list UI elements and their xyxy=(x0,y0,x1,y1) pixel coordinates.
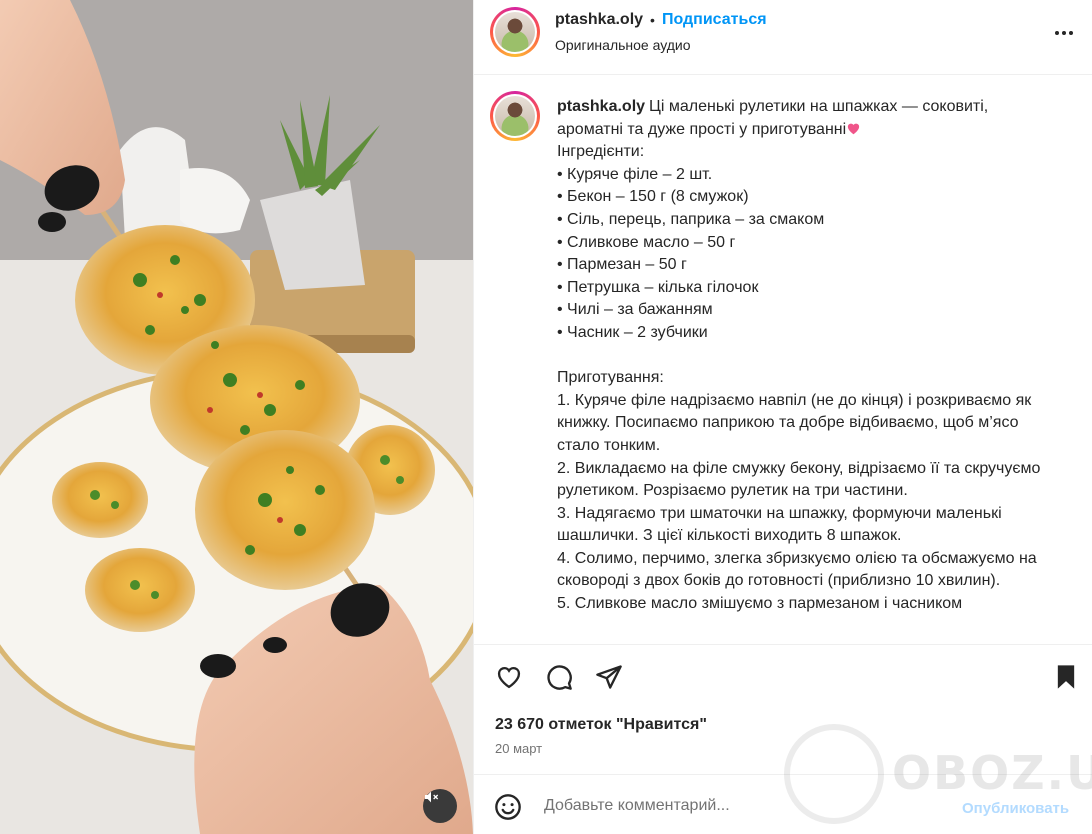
caption-avatar[interactable] xyxy=(490,91,540,141)
post-panel: ptashka.oly • Подписаться Оригинальное а… xyxy=(473,0,1092,834)
more-dots-icon xyxy=(1055,31,1059,35)
audio-label[interactable]: Оригинальное аудио xyxy=(555,37,691,53)
avatar[interactable] xyxy=(490,7,540,57)
heart-outline-icon[interactable] xyxy=(495,663,523,691)
post-date[interactable]: 20 март xyxy=(495,741,542,756)
follow-button[interactable]: Подписаться xyxy=(662,11,767,29)
paper-plane-icon[interactable] xyxy=(595,663,623,691)
action-bar: 23 670 отметок "Нравится" 20 март xyxy=(474,644,1092,774)
smiley-icon[interactable] xyxy=(494,793,522,821)
caption-username[interactable]: ptashka.oly xyxy=(557,98,645,115)
caption-body: Інгредієнти: • Куряче філе – 2 шт. • Бек… xyxy=(557,143,1041,613)
post-media[interactable] xyxy=(0,0,473,834)
caption-area: ptashka.oly Ці маленькі рулетики на шпажк… xyxy=(474,76,1092,644)
speaker-muted-icon xyxy=(425,791,439,803)
mute-button[interactable] xyxy=(423,789,457,823)
pink-heart-icon xyxy=(848,123,860,134)
caption-text: ptashka.oly Ці маленькі рулетики на шпажк… xyxy=(557,96,1057,616)
comment-input[interactable] xyxy=(544,793,944,819)
author-username[interactable]: ptashka.oly xyxy=(555,11,643,29)
more-options-button[interactable] xyxy=(1051,20,1077,46)
publish-button[interactable]: Опубликовать xyxy=(962,800,1069,817)
post-header: ptashka.oly • Подписаться Оригинальное а… xyxy=(474,0,1092,75)
comment-bubble-icon[interactable] xyxy=(545,663,573,691)
comment-bar: Опубликовать xyxy=(474,774,1092,834)
likes-count[interactable]: 23 670 отметок "Нравится" xyxy=(495,716,707,734)
food-photo xyxy=(0,0,473,834)
separator-dot: • xyxy=(650,12,655,28)
bookmark-filled-icon[interactable] xyxy=(1052,663,1080,691)
header-line: ptashka.oly • Подписаться xyxy=(555,11,767,29)
